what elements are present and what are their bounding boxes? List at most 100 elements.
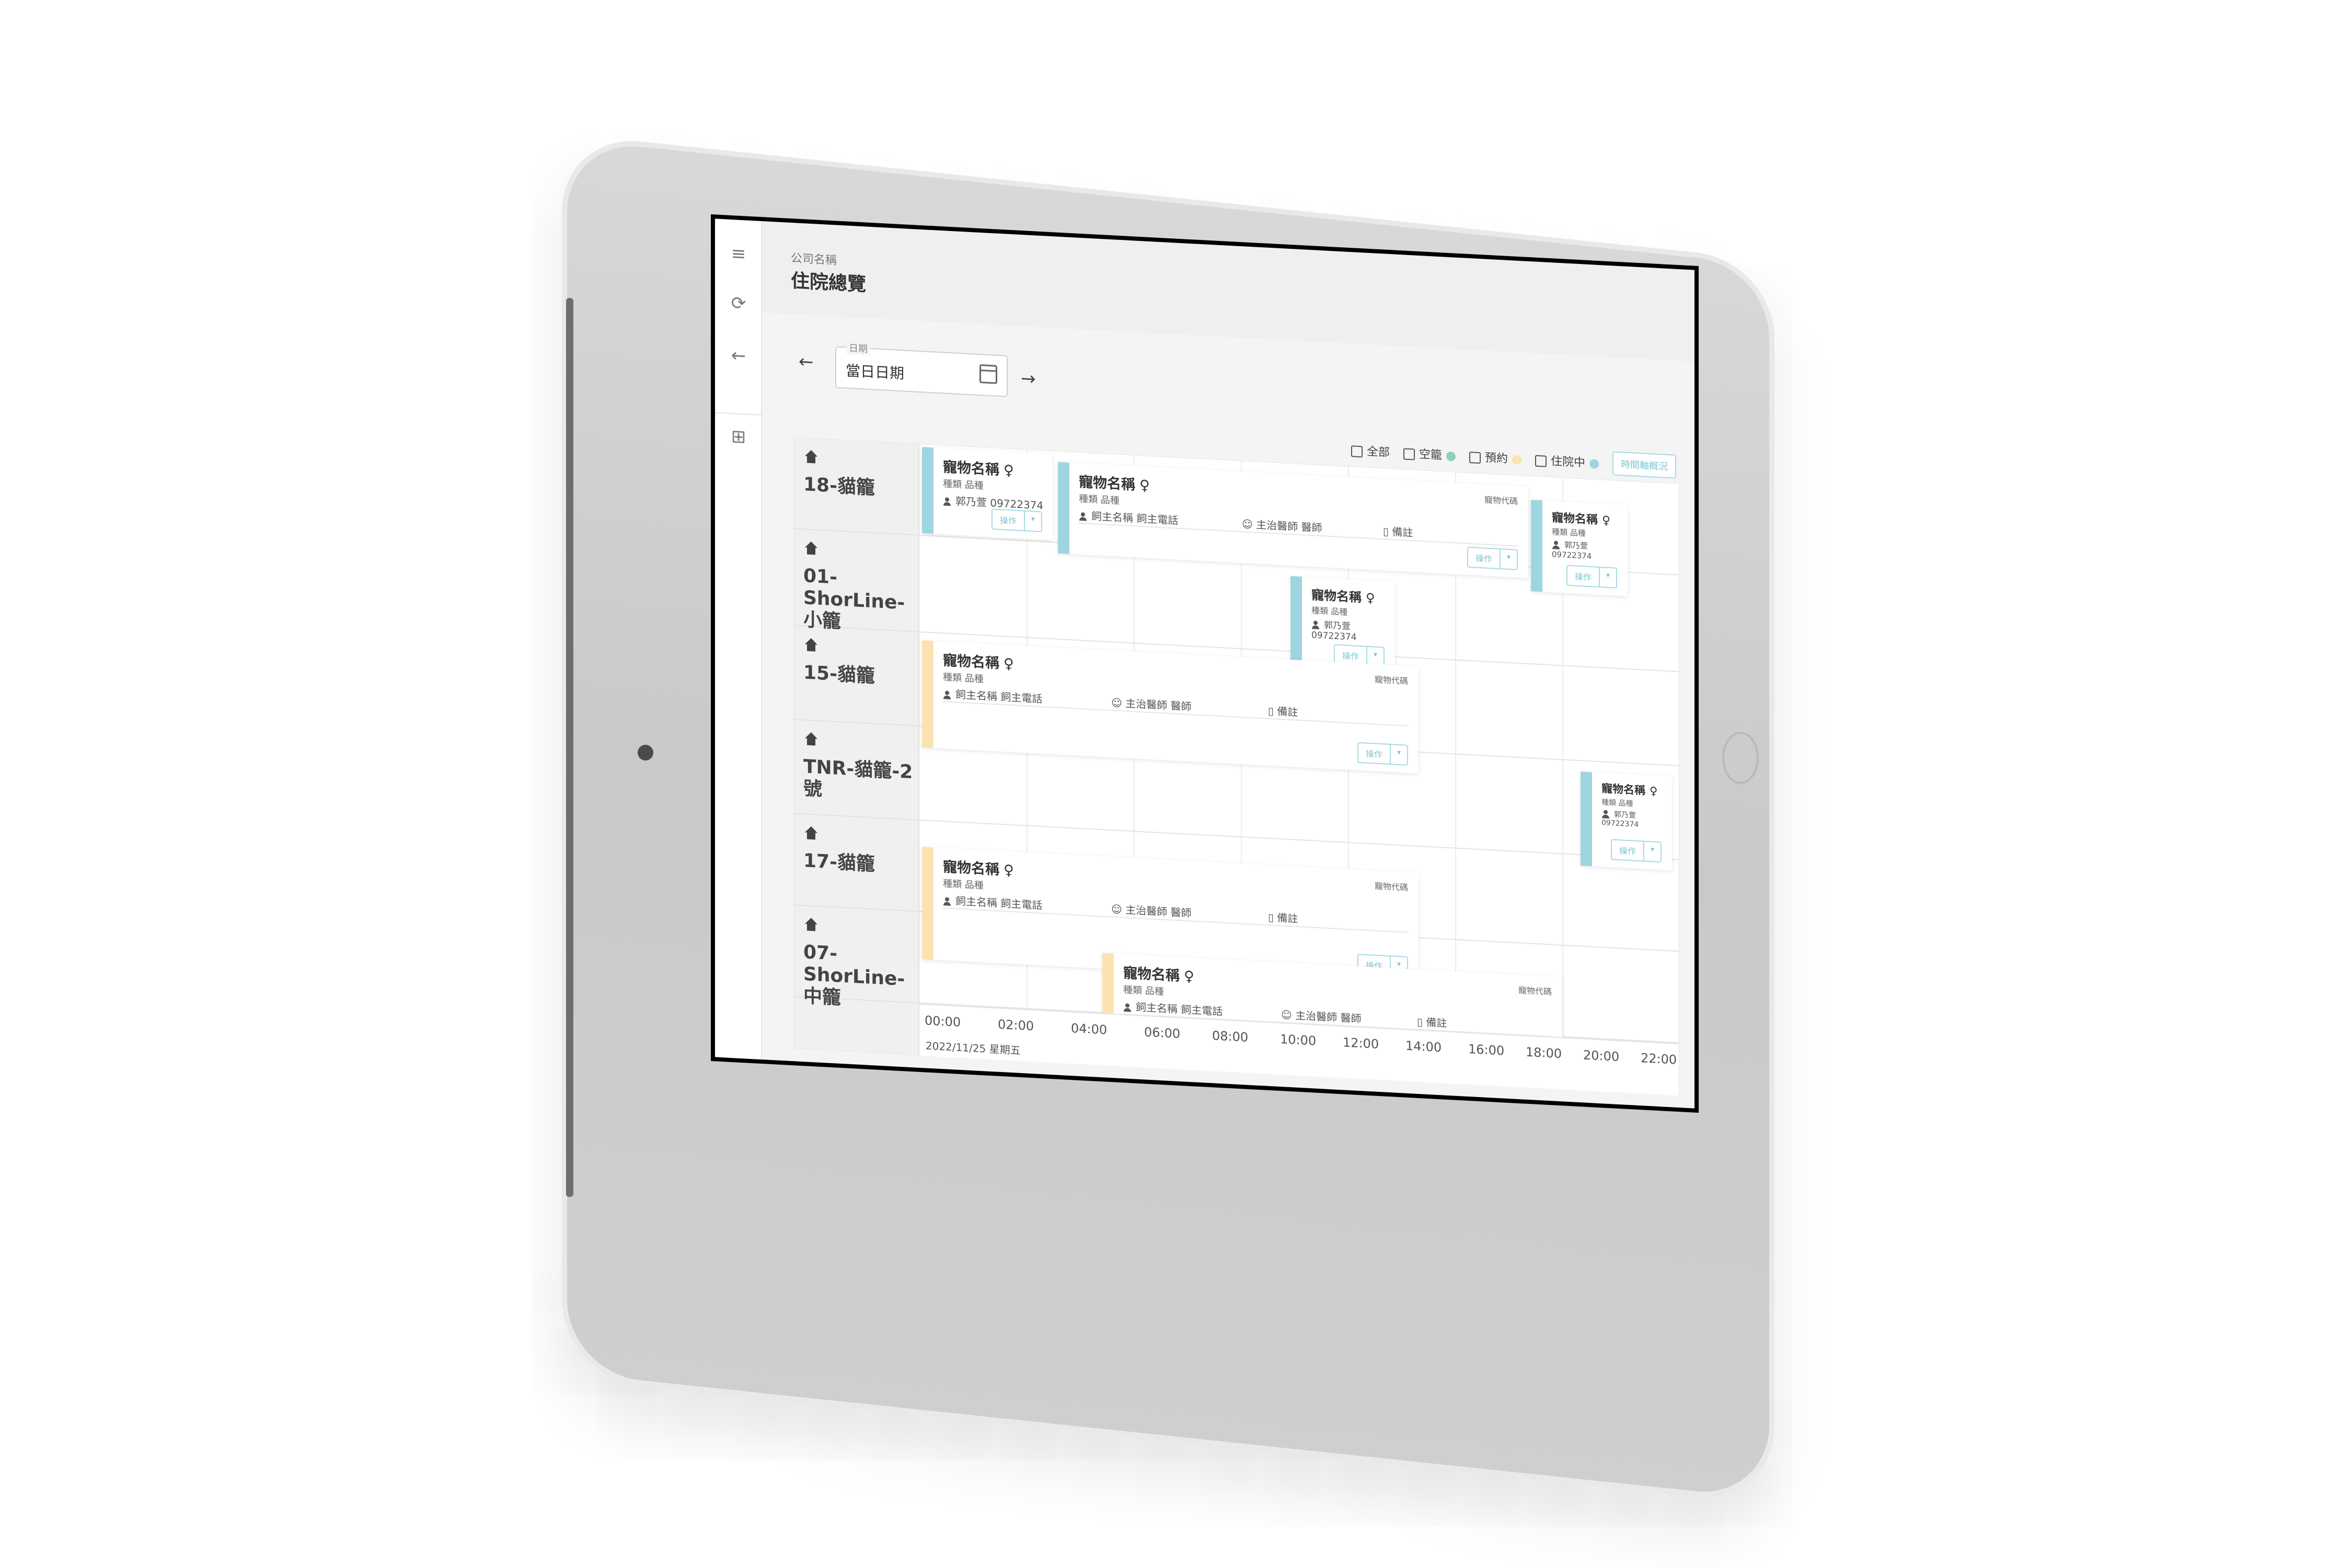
filter-all[interactable]: 全部: [1351, 441, 1390, 460]
female-icon: ♀: [1650, 785, 1658, 798]
checkbox-icon: [1535, 455, 1547, 467]
home-icon: [803, 449, 819, 464]
pet-code: 寵物代碼: [1484, 494, 1518, 506]
time-tick: 20:00: [1583, 1047, 1620, 1065]
time-tick: 06:00: [1144, 1024, 1181, 1042]
pet-name: 寵物名稱 ♀: [943, 649, 1014, 673]
room-name: 07-ShorLine-中籠: [803, 941, 905, 1009]
axis-date: 2022/11/25 星期五: [926, 1039, 1021, 1057]
filter-empty[interactable]: 空籠: [1403, 444, 1456, 463]
tablet-screen: ≡ ⟳ ← ⊞ 公司名稱 住院總覽 ← 日期 當日日期 → 全部 空籠 預約 住…: [711, 214, 1699, 1113]
date-field[interactable]: 日期 當日日期: [835, 340, 1008, 397]
pet-code: 寵物代碼: [1374, 674, 1408, 686]
time-tick: 18:00: [1526, 1044, 1562, 1062]
clipboard-icon: ▯: [1268, 910, 1277, 924]
female-icon: ♀: [1004, 655, 1014, 673]
pet-name-text: 寵物名稱: [1079, 474, 1135, 493]
card-actions: 操作▾: [991, 509, 1042, 533]
previous-day-icon[interactable]: ←: [799, 351, 814, 373]
room-label: 01-ShorLine-小籠: [803, 541, 913, 637]
note-text: 備註: [1426, 1016, 1447, 1030]
person-icon: [943, 497, 951, 506]
person-icon: [943, 897, 951, 906]
pet-name: 寵物名稱 ♀: [1079, 470, 1150, 494]
pet-code: 寵物代碼: [1374, 881, 1408, 893]
card-actions: 操作▾: [1610, 839, 1662, 863]
filter-reserved-label: 預約: [1484, 451, 1508, 466]
pet-name: 寵物名稱 ♀: [943, 455, 1014, 479]
note-info: ▯ 備註: [1268, 702, 1298, 719]
female-icon: ♀: [1366, 590, 1375, 606]
card-actions: 操作▾: [1566, 564, 1617, 589]
pet-breed: 種類 品種: [943, 878, 984, 892]
pet-name: 寵物名稱 ♀: [1311, 584, 1375, 606]
refresh-icon[interactable]: ⟳: [725, 290, 752, 317]
pet-name-text: 寵物名稱: [1311, 587, 1362, 605]
room-label: 15-貓籠: [803, 638, 913, 689]
home-icon: [803, 917, 819, 932]
time-tick: 16:00: [1468, 1041, 1505, 1058]
company-name: 公司名稱: [791, 252, 837, 268]
chevron-down-icon[interactable]: ▾: [1391, 745, 1407, 765]
action-button[interactable]: 操作: [1567, 566, 1600, 587]
time-tick: 02:00: [998, 1017, 1034, 1034]
room-name: 15-貓籠: [803, 662, 875, 687]
home-button[interactable]: [1722, 732, 1759, 784]
time-tick: 10:00: [1280, 1032, 1317, 1048]
chevron-down-icon[interactable]: ▾: [1501, 549, 1517, 569]
booking-card[interactable]: 寵物名稱 ♀ 種類 品種 郭乃萱 09722374 操作 ▾: [1531, 500, 1628, 596]
add-box-icon[interactable]: ⊞: [725, 423, 752, 451]
action-button[interactable]: 操作: [1468, 547, 1501, 569]
pet-name-text: 寵物名稱: [943, 652, 999, 672]
pet-name-text: 寵物名稱: [943, 859, 999, 878]
note-info: ▯ 備註: [1383, 523, 1413, 539]
female-icon: ♀: [1004, 462, 1014, 479]
back-arrow-icon[interactable]: ←: [725, 342, 752, 370]
date-field-value: 當日日期: [846, 362, 905, 383]
empty-status-dot: [1446, 451, 1456, 462]
next-day-icon[interactable]: →: [1021, 368, 1036, 389]
room-label: 18-貓籠: [803, 449, 913, 501]
camera-icon: [638, 745, 653, 760]
person-icon: [1601, 810, 1610, 818]
person-icon: [1079, 512, 1087, 521]
checkbox-icon: [1351, 445, 1363, 458]
calendar-icon[interactable]: [979, 364, 997, 384]
tablet-side-edge: [566, 298, 573, 1197]
person-icon: [1311, 620, 1320, 629]
timeline-overview-button[interactable]: 時間軸概況: [1612, 451, 1676, 479]
ward-timeline-grid: 18-貓籠 01-ShorLine-小籠 15-貓籠 TNR-貓籠-2號 17-…: [793, 437, 1679, 1096]
person-icon: [1552, 540, 1560, 549]
chevron-down-icon[interactable]: ▾: [1644, 842, 1661, 862]
pet-breed: 種類 品種: [1601, 798, 1633, 809]
chevron-down-icon[interactable]: ▾: [1600, 568, 1616, 587]
time-tick: 00:00: [925, 1013, 961, 1030]
booking-card[interactable]: 寵物名稱 ♀ 種類 品種 郭乃萱 09722374 操作 ▾: [1581, 771, 1672, 871]
menu-icon[interactable]: ≡: [725, 240, 752, 268]
home-icon: [803, 826, 819, 840]
action-button[interactable]: 操作: [992, 510, 1025, 531]
pet-name-text: 寵物名稱: [1552, 511, 1598, 527]
time-tick: 08:00: [1212, 1028, 1249, 1045]
pet-breed: 種類 品種: [1079, 493, 1120, 506]
filter-reserved[interactable]: 預約: [1469, 447, 1521, 467]
action-button[interactable]: 操作: [1358, 743, 1391, 764]
chevron-down-icon[interactable]: ▾: [1025, 511, 1041, 531]
note-info: ▯ 備註: [1268, 909, 1298, 926]
rail-divider: [715, 412, 762, 416]
owner-info: 郭乃萱 09722374: [1311, 617, 1395, 644]
booking-card[interactable]: 寵物名稱 ♀ 種類 品種 郭乃萱 09722374 操作 ▾: [922, 447, 1053, 540]
action-button[interactable]: 操作: [1611, 840, 1644, 861]
pet-breed: 種類 品種: [1311, 605, 1348, 617]
home-icon: [803, 638, 819, 652]
pet-breed: 種類 品種: [1552, 527, 1586, 538]
filter-empty-label: 空籠: [1419, 448, 1442, 463]
time-tick: 22:00: [1641, 1051, 1677, 1067]
doctor-icon: ☺: [1111, 696, 1126, 710]
pet-name: 寵物名稱 ♀: [1123, 961, 1194, 985]
reserved-status-dot: [1512, 455, 1521, 465]
owner-info: 郭乃萱 09722374: [1601, 808, 1672, 831]
clipboard-icon: ▯: [1417, 1015, 1426, 1029]
filter-inpatient[interactable]: 住院中: [1535, 451, 1599, 471]
room-name: 17-貓籠: [803, 850, 875, 875]
